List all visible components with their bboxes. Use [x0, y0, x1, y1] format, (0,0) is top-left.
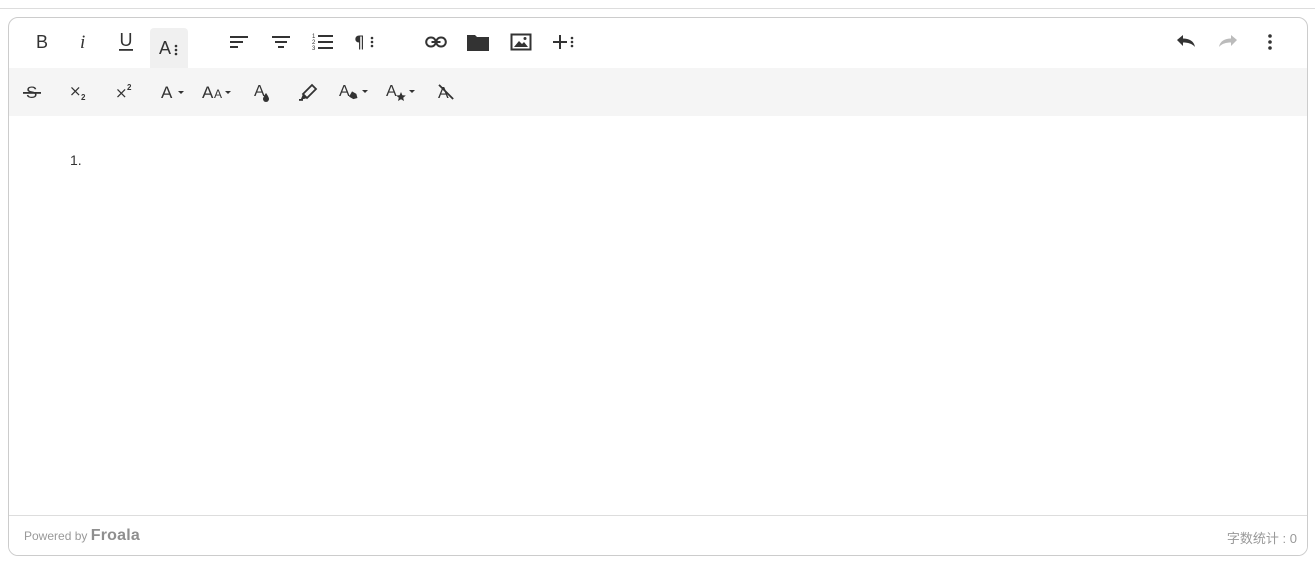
word-count: 字数统计 : 0 [1226, 531, 1297, 546]
insert-file-button[interactable] [459, 23, 497, 61]
more-text-button[interactable]: A [150, 28, 188, 68]
top-divider [0, 8, 1315, 9]
svg-text:A: A [214, 87, 222, 101]
svg-text:×: × [115, 84, 128, 102]
clear-formatting-button[interactable]: A [427, 73, 465, 111]
bold-icon: B [36, 32, 48, 52]
bold-button[interactable]: B [23, 23, 61, 61]
font-family-button[interactable]: A [155, 73, 193, 111]
background-color-button[interactable] [289, 73, 327, 111]
insert-image-button[interactable] [502, 23, 540, 61]
more-misc-button[interactable] [1251, 23, 1289, 61]
svg-text:i: i [80, 32, 85, 52]
svg-text:×: × [69, 82, 82, 100]
more-text-icon: A [159, 38, 178, 58]
svg-text:3: 3 [312, 46, 316, 52]
superscript-button[interactable]: × 2 [106, 73, 144, 111]
insert-link-button[interactable] [417, 23, 455, 61]
froala-brand-logo: Froala [90, 527, 140, 544]
svg-text:A: A [159, 38, 171, 58]
underline-icon: U [119, 31, 133, 51]
font-family-icon: A [161, 83, 184, 102]
text-color-icon: A [254, 83, 269, 102]
inline-class-button[interactable]: A [336, 73, 374, 111]
align-center-button[interactable] [262, 23, 300, 61]
inline-style-icon: A [386, 83, 415, 101]
svg-text:B: B [36, 32, 48, 52]
more-text-toolbar: S × 2 × 2 A A A A A A A [9, 68, 1307, 116]
align-left-button[interactable] [220, 23, 258, 61]
svg-text:A: A [386, 83, 397, 100]
svg-text:A: A [161, 83, 173, 102]
ordered-list-icon: 1 2 3 [312, 34, 333, 52]
redo-button[interactable] [1209, 23, 1247, 61]
froala-editor: B i U A 1 2 3 ¶ S × 2 × 2 A A A A A A A … [8, 17, 1308, 556]
folder-icon [467, 35, 489, 51]
vertical-dots-icon [1268, 34, 1272, 50]
editor-content-area[interactable]: 1. [9, 116, 1307, 516]
subscript-button[interactable]: × 2 [60, 73, 98, 111]
inline-class-icon: A [339, 83, 368, 100]
underline-button[interactable]: U [107, 23, 145, 61]
font-size-icon: A A [202, 83, 231, 102]
strikethrough-icon: S [23, 83, 41, 102]
plus-icon [553, 35, 574, 49]
align-center-icon [272, 36, 290, 48]
editor-footer: Powered by Froala 字数统计 : 0 [9, 515, 1307, 555]
redo-icon [1219, 35, 1237, 47]
font-size-button[interactable]: A A [199, 73, 237, 111]
link-icon [425, 36, 447, 48]
main-toolbar: B i U A 1 2 3 ¶ [9, 18, 1307, 68]
svg-text:2: 2 [127, 83, 132, 92]
svg-text:A: A [254, 83, 265, 100]
svg-text:A: A [339, 83, 350, 100]
text-color-button[interactable]: A [244, 73, 282, 111]
highlighter-icon [299, 83, 318, 101]
svg-text:¶: ¶ [354, 33, 365, 52]
subscript-icon: × 2 [69, 82, 86, 102]
inline-style-button[interactable]: A [383, 73, 421, 111]
ordered-list-button[interactable]: 1 2 3 [304, 23, 342, 61]
paragraph-icon: ¶ [354, 33, 374, 52]
powered-by-link[interactable]: Powered by Froala [24, 527, 140, 545]
image-icon [510, 33, 532, 51]
superscript-icon: × 2 [115, 83, 132, 102]
powered-by-prefix: Powered by [24, 529, 88, 543]
svg-text:2: 2 [81, 93, 86, 102]
list-item-marker: 1. [70, 152, 82, 168]
align-left-icon [230, 36, 248, 48]
more-rich-button[interactable] [545, 23, 583, 61]
more-paragraph-button[interactable]: ¶ [346, 23, 384, 61]
italic-icon: i [80, 32, 85, 52]
svg-text:U: U [120, 31, 133, 50]
italic-button[interactable]: i [65, 23, 103, 61]
undo-button[interactable] [1167, 23, 1205, 61]
strikethrough-button[interactable]: S [13, 73, 51, 111]
clear-formatting-icon: A [438, 84, 454, 102]
svg-text:A: A [202, 83, 214, 102]
undo-icon [1177, 35, 1195, 47]
